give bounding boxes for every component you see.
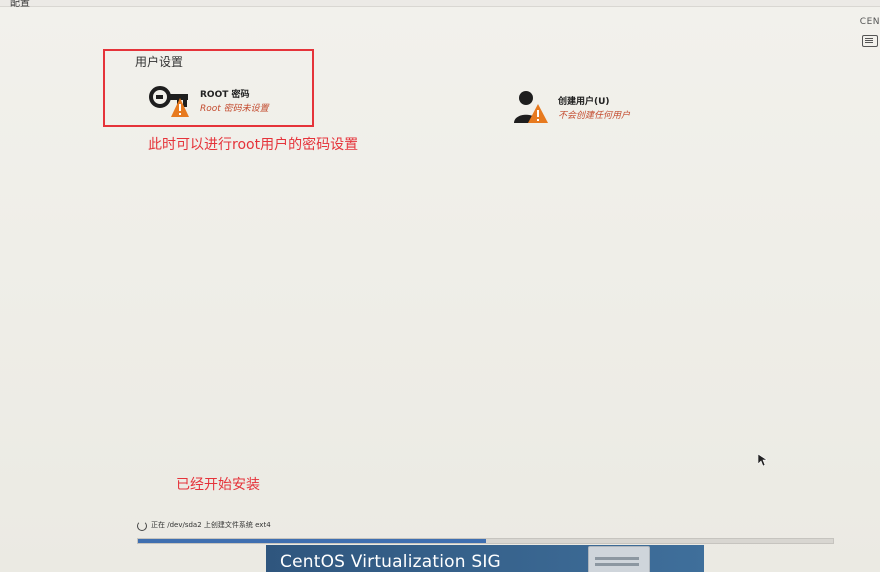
progress-bar-fill [138, 539, 486, 543]
annotation-root-note: 此时可以进行root用户的密码设置 [148, 137, 359, 153]
server-illustration-icon [588, 546, 650, 572]
section-title-user-settings: 用户设置 [135, 55, 184, 69]
keyboard-icon[interactable] [862, 35, 878, 47]
root-password-status: Root 密码未设置 [200, 104, 269, 114]
warning-icon [528, 104, 548, 123]
progress-bar [137, 538, 834, 544]
top-bar [0, 0, 880, 7]
spinner-icon [137, 521, 147, 531]
window-title: 配置 [10, 0, 30, 9]
product-label: CEN [859, 17, 880, 27]
create-user-spoke[interactable] [512, 90, 550, 124]
root-password-title[interactable]: ROOT 密码 [200, 87, 250, 100]
user-icon [514, 91, 548, 123]
banner-text: CentOS Virtualization SIG [280, 552, 501, 572]
root-password-spoke[interactable] [149, 86, 189, 118]
create-user-status: 不会创建任何用户 [558, 111, 631, 121]
promo-banner: CentOS Virtualization SIG [266, 545, 704, 572]
key-icon [149, 86, 189, 117]
progress-status-text: 正在 /dev/sda2 上创建文件系统 ext4 [151, 521, 271, 529]
create-user-title[interactable]: 创建用户(U) [558, 94, 610, 107]
annotation-install-note: 已经开始安装 [176, 477, 260, 493]
mouse-cursor-icon [757, 451, 768, 467]
